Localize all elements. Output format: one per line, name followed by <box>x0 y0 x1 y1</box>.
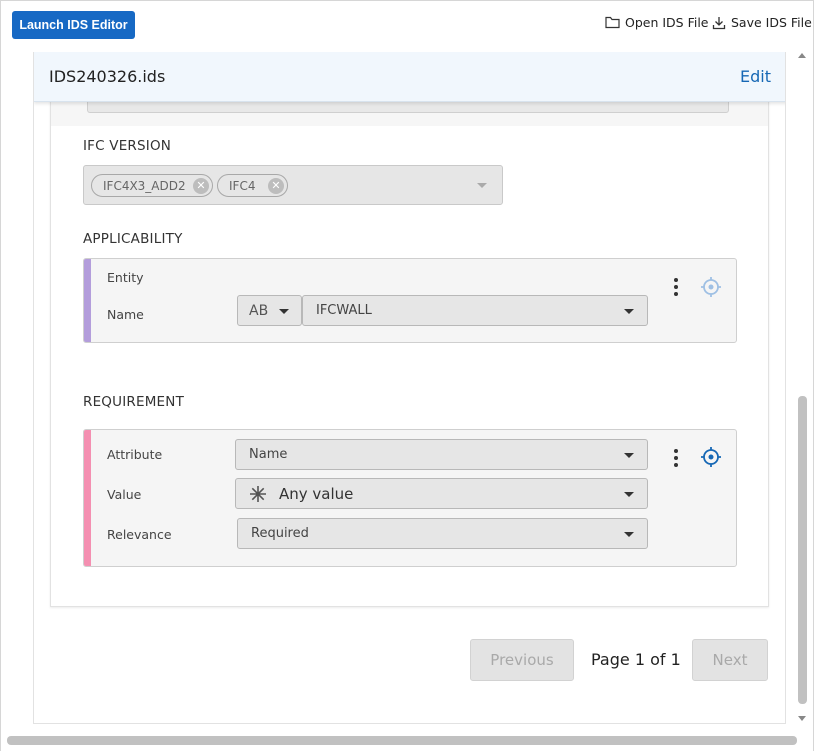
save-ids-file-button[interactable]: Save IDS File <box>712 15 812 30</box>
requirement-facet: Attribute Value Relevance Name Any value… <box>83 429 737 567</box>
open-ids-file-button[interactable]: Open IDS File <box>605 15 709 30</box>
chip-label: IFC4X3_ADD2 <box>103 178 186 193</box>
value-type-selector[interactable]: AB <box>237 295 302 326</box>
ifc-version-label: IFC VERSION <box>83 138 172 154</box>
next-page-button[interactable]: Next <box>692 639 768 681</box>
scroll-down-icon[interactable] <box>798 716 806 721</box>
scroll-up-icon[interactable] <box>798 53 806 58</box>
specification-card: IFC VERSION IFC4X3_ADD2 ✕ IFC4 ✕ APPLICA… <box>50 62 769 607</box>
facet-type-label: Entity <box>107 270 144 285</box>
file-name-title: IDS240326.ids <box>49 67 166 86</box>
folder-icon <box>605 16 620 29</box>
ids-file-panel: IDS240326.ids Edit IFC VERSION IFC4X3_AD… <box>33 52 786 724</box>
vertical-scrollbar[interactable] <box>797 53 808 726</box>
chevron-down-icon[interactable] <box>477 183 487 188</box>
entity-name-value: IFCWALL <box>316 303 372 318</box>
more-options-icon[interactable] <box>671 277 681 297</box>
vertical-scroll-thumb[interactable] <box>798 396 807 704</box>
attribute-value: Name <box>249 447 288 462</box>
requirement-accent-bar <box>84 430 91 566</box>
value-label: Value <box>107 487 142 502</box>
value-value: Any value <box>279 484 354 503</box>
previous-page-button[interactable]: Previous <box>470 639 574 681</box>
value-dropdown[interactable]: Any value <box>235 478 648 509</box>
ifc-version-chip: IFC4 ✕ <box>217 174 288 197</box>
ids-editor-window: Launch IDS Editor Open IDS File Save IDS… <box>0 0 814 751</box>
chevron-down-icon <box>624 492 634 497</box>
open-ids-file-label: Open IDS File <box>625 15 709 30</box>
applicability-accent-bar <box>84 259 91 342</box>
chip-label: IFC4 <box>229 178 256 193</box>
chevron-down-icon <box>624 532 634 537</box>
specification-field[interactable] <box>87 101 729 113</box>
ifc-version-chip: IFC4X3_ADD2 ✕ <box>91 174 213 197</box>
requirement-label: REQUIREMENT <box>83 394 185 410</box>
asterisk-icon <box>250 485 266 502</box>
save-ids-file-label: Save IDS File <box>731 15 812 30</box>
attribute-label: Attribute <box>107 447 163 462</box>
panel-header: IDS240326.ids Edit <box>34 52 785 102</box>
remove-chip-icon[interactable]: ✕ <box>268 178 284 194</box>
relevance-dropdown[interactable]: Required <box>237 518 648 549</box>
target-icon[interactable] <box>700 276 722 298</box>
ifc-version-select[interactable]: IFC4X3_ADD2 ✕ IFC4 ✕ <box>83 165 503 205</box>
remove-chip-icon[interactable]: ✕ <box>193 178 209 194</box>
applicability-facet: Entity Name AB IFCWALL <box>83 258 737 343</box>
page-indicator: Page 1 of 1 <box>591 650 681 669</box>
relevance-label: Relevance <box>107 527 172 542</box>
horizontal-scrollbar[interactable] <box>7 736 797 745</box>
applicability-label: APPLICABILITY <box>83 231 183 247</box>
chevron-down-icon <box>624 309 634 314</box>
chevron-down-icon <box>279 309 289 314</box>
ab-text-icon: AB <box>249 302 269 319</box>
relevance-value: Required <box>251 526 309 541</box>
entity-name-dropdown[interactable]: IFCWALL <box>302 295 648 326</box>
chevron-down-icon <box>624 453 634 458</box>
attribute-dropdown[interactable]: Name <box>235 439 648 470</box>
more-options-icon[interactable] <box>671 448 681 468</box>
name-label: Name <box>107 307 144 322</box>
edit-link[interactable]: Edit <box>740 67 771 86</box>
launch-ids-editor-button[interactable]: Launch IDS Editor <box>12 11 135 39</box>
download-icon <box>712 16 726 29</box>
target-icon[interactable] <box>700 446 722 468</box>
